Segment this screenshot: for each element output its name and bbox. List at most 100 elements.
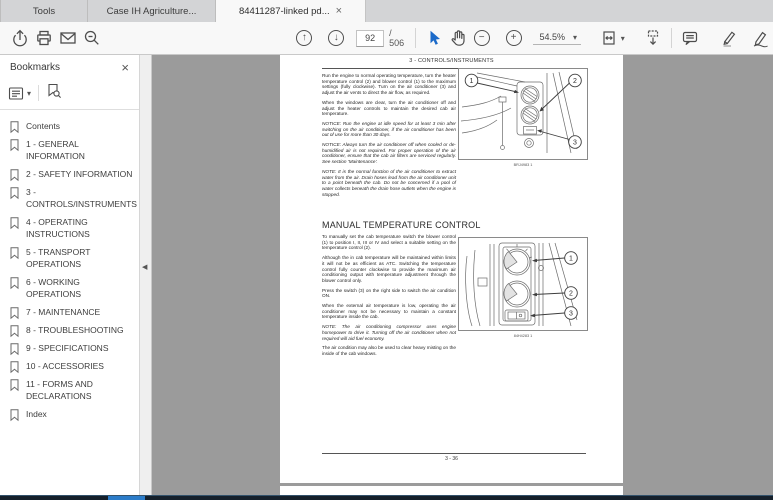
bookmark-item-maintenance[interactable]: 7 - MAINTENANCE	[0, 303, 135, 321]
bookmark-item-specifications[interactable]: 9 - SPECIFICATIONS	[0, 339, 135, 357]
bookmark-item-controls-instruments[interactable]: 3 - CONTROLS/INSTRUMENTS	[0, 183, 135, 213]
options-list-icon	[8, 86, 24, 101]
footer-rule	[322, 453, 586, 454]
comment-button[interactable]	[678, 27, 702, 49]
bookmark-item-forms-and-declarations[interactable]: 11 - FORMS AND DECLARATIONS	[0, 375, 135, 405]
bookmark-icon	[10, 325, 19, 337]
bookmark-icon	[10, 307, 19, 319]
bookmark-item-general-information[interactable]: 1 - GENERAL INFORMATION	[0, 135, 135, 165]
envelope-icon	[59, 29, 77, 47]
zoom-level-select[interactable]: 54.5% ▾	[533, 31, 581, 45]
print-button[interactable]	[32, 27, 56, 49]
page-total-label: / 506	[389, 28, 409, 48]
figure-2-caption: 84H4283 1	[458, 334, 588, 338]
page-number-input[interactable]	[356, 30, 384, 47]
bookmark-icon	[10, 379, 19, 391]
notice-paragraph: NOTICE: Run the engine at idle speed for…	[322, 121, 456, 138]
tab-active-document[interactable]: 84411287-linked pd... ×	[216, 0, 366, 22]
chevron-down-icon: ▾	[573, 33, 577, 42]
figure-callout: 2	[573, 78, 577, 85]
comment-bubble-icon	[681, 29, 699, 47]
figure-1-illustration: 1 2 3	[458, 68, 588, 160]
previous-page-button[interactable]: ↑	[292, 27, 316, 49]
bookmark-item-troubleshooting[interactable]: 8 - TROUBLESHOOTING	[0, 321, 135, 339]
bookmarks-header: Bookmarks ×	[0, 55, 139, 80]
tab-label: Case IH Agriculture...	[107, 6, 197, 17]
bookmark-icon	[10, 169, 19, 181]
main-toolbar: ↑ ↓ / 506 − + 54.5% ▾	[0, 22, 773, 55]
document-viewport[interactable]: 3 - CONTROLS/INSTRUMENTS Run the engine …	[152, 55, 773, 495]
figure-2-illustration: 1 2 3	[458, 237, 588, 331]
bookmark-options-button[interactable]: ▾	[8, 86, 31, 101]
pdf-page: 3 - CONTROLS/INSTRUMENTS Run the engine …	[280, 55, 623, 483]
sidebar-collapse-handle[interactable]: ◀	[140, 55, 152, 495]
main-body: Bookmarks × ▾	[0, 55, 773, 495]
bookmarks-title: Bookmarks	[10, 62, 60, 73]
bookmark-icon	[10, 409, 19, 421]
highlight-button[interactable]	[717, 27, 741, 49]
find-bookmark-button[interactable]	[46, 83, 62, 104]
paragraph: Press the switch (3) on the right side t…	[322, 288, 456, 299]
figure-callout: 1	[470, 78, 474, 85]
signature-pen-icon	[751, 29, 771, 47]
hand-tool-button[interactable]	[446, 27, 470, 49]
zoom-out-button[interactable]: −	[470, 27, 494, 49]
section-heading: MANUAL TEMPERATURE CONTROL	[322, 220, 481, 230]
highlighter-icon	[720, 29, 738, 47]
next-page-button[interactable]: ↓	[324, 27, 348, 49]
arrow-down-icon: ↓	[334, 33, 339, 43]
pdf-reader-window: Tools Case IH Agriculture... 84411287-li…	[0, 0, 773, 500]
magnifier-minus-icon	[83, 29, 101, 47]
arrow-up-icon: ↑	[302, 33, 307, 43]
select-tool-button[interactable]	[422, 27, 446, 49]
page-scrolling-icon	[643, 29, 663, 47]
note-paragraph: NOTE: The air conditioning compressor us…	[322, 324, 456, 341]
sign-button[interactable]	[749, 27, 773, 49]
printer-icon	[35, 29, 53, 47]
paragraph: When the external air temperature is low…	[322, 303, 456, 320]
tab-close-icon[interactable]: ×	[336, 6, 342, 16]
share-button[interactable]	[8, 27, 32, 49]
figure-1-caption: BRJ4983 1	[458, 163, 588, 167]
zoom-in-button[interactable]: +	[502, 27, 526, 49]
paragraph: To manually set the cab temperature swit…	[322, 234, 456, 251]
fit-width-icon	[599, 29, 619, 47]
tab-tools[interactable]: Tools	[0, 0, 88, 22]
running-header: 3 - CONTROLS/INSTRUMENTS	[280, 58, 623, 64]
figure-callout: 3	[569, 311, 573, 318]
paragraph: Run the engine to normal operating tempe…	[322, 73, 456, 96]
tab-label: Tools	[33, 6, 55, 17]
bookmark-item-transport-operations[interactable]: 5 - TRANSPORT OPERATIONS	[0, 243, 135, 273]
bookmarks-list: Contents 1 - GENERAL INFORMATION 2 - SAF…	[0, 110, 139, 423]
bookmark-icon	[10, 343, 19, 355]
bookmark-search-icon	[46, 83, 62, 99]
chevron-down-icon[interactable]: ▾	[621, 34, 625, 43]
page-scrolling-button[interactable]	[641, 27, 665, 49]
bookmark-item-accessories[interactable]: 10 - ACCESSORIES	[0, 357, 135, 375]
figure-callout: 1	[569, 256, 573, 263]
bookmark-item-operating-instructions[interactable]: 4 - OPERATING INSTRUCTIONS	[0, 213, 135, 243]
bookmark-item-safety-information[interactable]: 2 - SAFETY INFORMATION	[0, 165, 135, 183]
fit-width-button[interactable]	[597, 27, 621, 49]
taskbar-active-app[interactable]	[108, 496, 145, 500]
bookmarks-toolbar: ▾	[0, 80, 139, 106]
email-button[interactable]	[56, 27, 80, 49]
plus-icon: +	[511, 33, 517, 43]
bookmark-icon	[10, 217, 19, 229]
bookmark-icon	[10, 187, 19, 199]
minus-icon: −	[479, 33, 485, 43]
bookmark-item-index[interactable]: Index	[0, 405, 135, 423]
bookmark-item-working-operations[interactable]: 6 - WORKING OPERATIONS	[0, 273, 135, 303]
tab-case-ih-document[interactable]: Case IH Agriculture...	[88, 0, 216, 22]
note-paragraph: NOTE: It is the normal function of the a…	[322, 169, 456, 198]
notice-paragraph: NOTICE: Always turn the air conditioner …	[322, 142, 456, 165]
bookmark-item-contents[interactable]: Contents	[0, 117, 135, 135]
tab-bar: Tools Case IH Agriculture... 84411287-li…	[0, 0, 773, 22]
page-footer-number: 3 - 36	[280, 456, 623, 462]
paragraph: When the windows are clear, turn the air…	[322, 100, 456, 117]
close-icon[interactable]: ×	[121, 63, 129, 73]
paragraph: The air condition may also be used to cl…	[322, 345, 456, 356]
share-up-icon	[11, 29, 29, 47]
marquee-zoom-button[interactable]	[80, 27, 104, 49]
hand-icon	[449, 29, 467, 47]
